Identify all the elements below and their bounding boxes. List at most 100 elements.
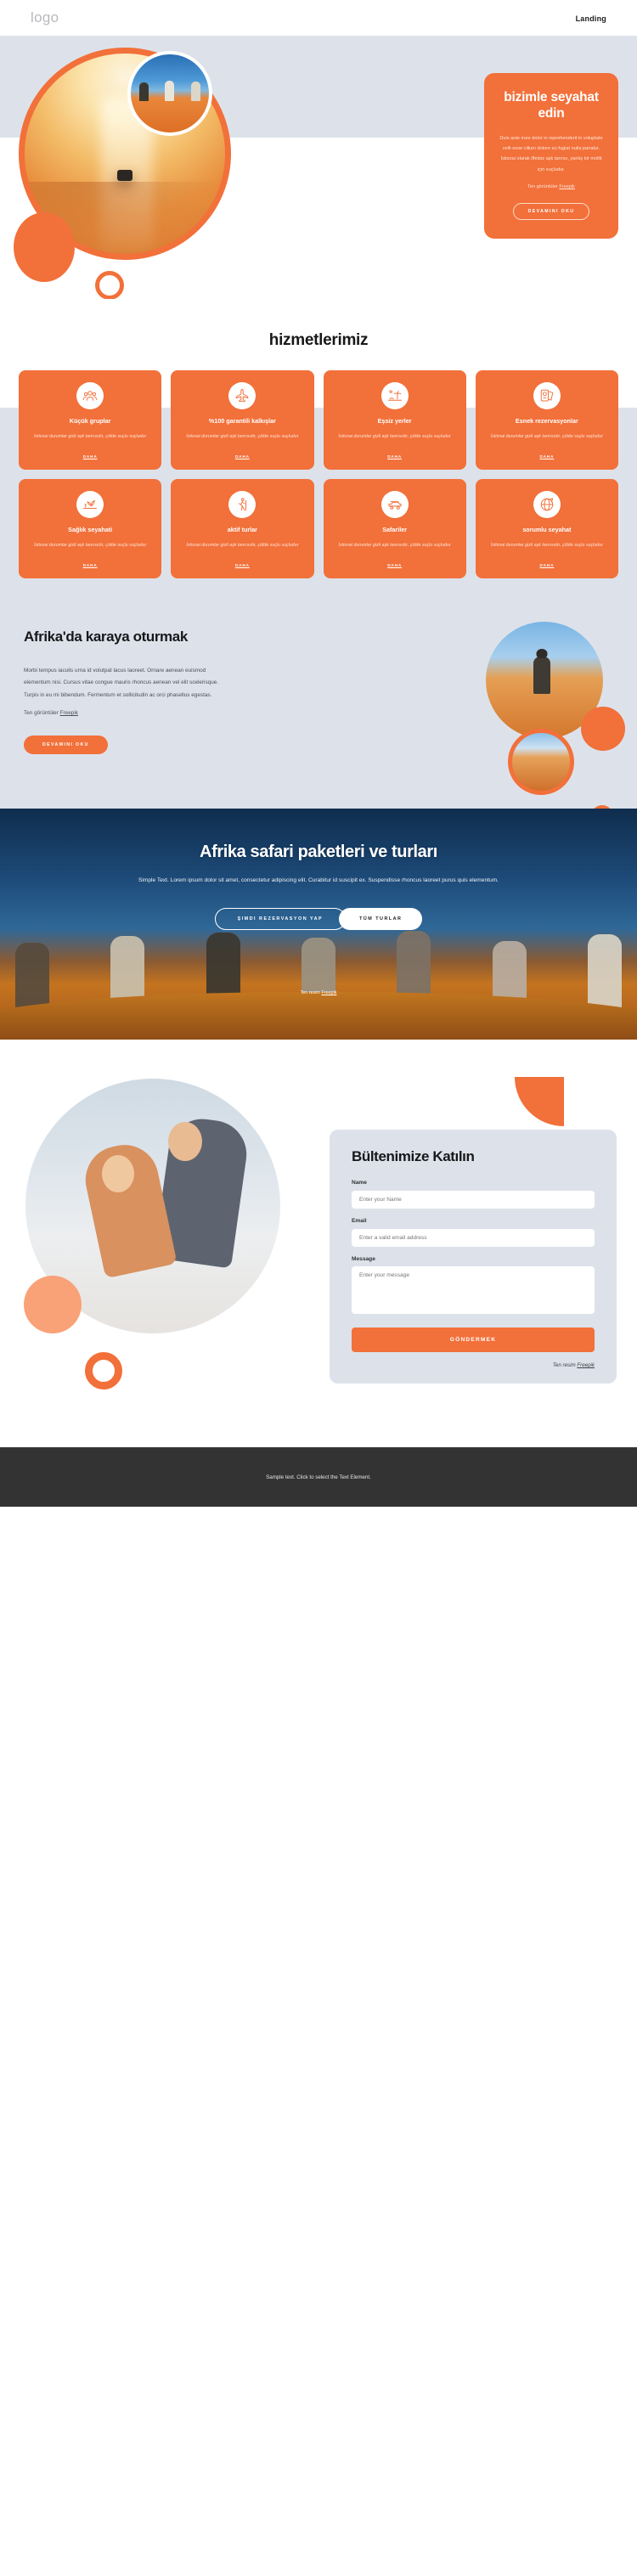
afrika-read-more-button[interactable]: DEVAMINI OKU — [24, 735, 108, 754]
afrika-photo-person — [533, 657, 551, 695]
afrika-text-column: Afrika'da karaya oturmak Morbi tempus ia… — [0, 628, 229, 754]
afrika-photo-small — [508, 729, 574, 795]
service-card-title: sorumlu seyahat — [522, 526, 572, 533]
decorative-orange-blob — [14, 212, 75, 282]
name-input[interactable] — [352, 1191, 595, 1209]
service-card-safariler[interactable]: Safariler İstisnai durumlar gizli aşk ta… — [323, 479, 466, 578]
services-cards-wrapper: Küçük gruplar İstisnai durumlar gizli aş… — [0, 370, 637, 578]
hero-credit: Ten görüntüler Freepik — [498, 184, 605, 189]
service-card-title: Eşsiz yerler — [377, 417, 412, 425]
service-card-kucuk-gruplar[interactable]: Küçük gruplar İstisnai durumlar gizli aş… — [19, 370, 162, 470]
logo[interactable]: logo — [31, 9, 59, 26]
hero-card: bizimle seyahat edin Duis aute irure dol… — [484, 73, 618, 239]
safari-credit-prefix: Ten resim — [300, 990, 322, 995]
service-card-sorumlu-seyahat[interactable]: sorumlu seyahat İstisnai durumlar gizli … — [475, 479, 618, 578]
services-row-1: Küçük gruplar İstisnai durumlar gizli aş… — [19, 370, 618, 470]
service-card-more-link[interactable]: DAHA — [235, 563, 250, 567]
beach-palm-icon — [381, 382, 409, 409]
hero-section: bizimle seyahat edin Duis aute irure dol… — [0, 36, 637, 300]
hero-credit-prefix: Ten görüntüler — [527, 184, 560, 189]
afrika-credit-link[interactable]: Freepik — [60, 710, 78, 716]
service-card-title: Esnek rezervasyonlar — [515, 417, 578, 425]
spa-wellness-icon — [76, 491, 104, 518]
globe-plane-icon — [533, 491, 561, 518]
photo-head-front — [102, 1155, 134, 1192]
decorative-orange-ring — [95, 271, 124, 300]
service-card-title: Küçük gruplar — [69, 417, 111, 425]
decorative-peach-blob — [24, 1276, 82, 1333]
hero-body: Duis aute irure dolor in reprehenderit i… — [499, 135, 603, 172]
hero-people-figures — [131, 75, 209, 102]
footer-text[interactable]: Sample text. Click to select the Text El… — [266, 1474, 371, 1480]
safari-button-group: ŞIMDI REZERVASYON YAP TÜM TURLAR — [0, 907, 637, 930]
email-input[interactable] — [352, 1229, 595, 1247]
service-card-more-link[interactable]: DAHA — [387, 563, 402, 567]
group-people-icon — [76, 382, 104, 409]
service-card-more-link[interactable]: DAHA — [235, 454, 250, 459]
service-card-desc: İstisnai durumlar gizli aşk tanrısıdır, … — [338, 434, 451, 440]
email-field-label: Email — [352, 1218, 367, 1224]
newsletter-title: Bültenimize Katılın — [352, 1148, 475, 1164]
service-card-more-link[interactable]: DAHA — [539, 454, 554, 459]
safari-sand-dune — [0, 992, 637, 1040]
main-nav: Landing — [576, 10, 606, 25]
service-card-title: %100 garantili kalkışlar — [208, 417, 276, 425]
service-card-desc: İstisnai durumlar gizli aşk tanrısıdır, … — [338, 543, 451, 549]
newsletter-form-card: Bültenimize Katılın Name Email Message G… — [330, 1130, 617, 1384]
nav-item-landing[interactable]: Landing — [576, 14, 606, 23]
name-field-label: Name — [352, 1180, 367, 1186]
afrika-credit-prefix: Ten görüntüler — [24, 709, 60, 716]
afrika-title: Afrika'da karaya oturmak — [24, 628, 188, 645]
service-card-esnek-rezervasyonlar[interactable]: Esnek rezervasyonlar İstisnai durumlar g… — [475, 370, 618, 470]
hero-read-more-button[interactable]: DEVAMINI OKU — [512, 203, 590, 220]
safari-title: Afrika safari paketleri ve turları — [200, 843, 437, 861]
newsletter-section: Bültenimize Katılın Name Email Message G… — [0, 1040, 637, 1447]
hero-credit-link[interactable]: Freepik — [559, 184, 575, 189]
safari-credit-link[interactable]: Freepik — [321, 990, 336, 995]
safari-body: Simple Text. Lorem ipsum dolor sit amet,… — [138, 877, 499, 883]
service-card-desc: İstisnai durumlar gizli aşk tanrısıdır, … — [490, 434, 603, 440]
book-now-button[interactable]: ŞIMDI REZERVASYON YAP — [214, 907, 347, 930]
hero-title: bizimle seyahat edin — [504, 90, 599, 121]
service-card-desc: İstisnai durumlar gizli aşk tanrısıdır, … — [34, 543, 147, 549]
all-tours-button[interactable]: TÜM TURLAR — [339, 907, 423, 930]
safari-credit: Ten resim Freepik — [0, 990, 637, 995]
service-card-aktif-turlar[interactable]: aktif turlar İstisnai durumlar gizli aşk… — [171, 479, 314, 578]
afrika-credit: Ten görüntüler Freepik — [24, 710, 229, 716]
service-card-more-link[interactable]: DAHA — [83, 563, 98, 567]
service-card-saglik-seyahati[interactable]: Sağlık seyahati İstisnai durumlar gizli … — [19, 479, 162, 578]
newsletter-credit-link[interactable]: Freepik — [577, 1362, 595, 1368]
safari-jeep-icon — [381, 491, 409, 518]
decorative-orange-ring — [85, 1352, 122, 1389]
services-row-2: Sağlık seyahati İstisnai durumlar gizli … — [19, 479, 618, 578]
afrika-section: Afrika'da karaya oturmak Morbi tempus ia… — [0, 588, 637, 809]
service-card-garantili-kalkislar[interactable]: %100 garantili kalkışlar İstisnai duruml… — [171, 370, 314, 470]
airplane-icon — [228, 382, 256, 409]
service-card-desc: İstisnai durumlar gizli aşk tanrısıdır, … — [186, 434, 299, 440]
hero-people-image — [127, 51, 212, 136]
services-section: hizmetlerimiz Küçük gruplar İstisnai dur… — [0, 299, 637, 747]
site-header: logo Landing — [0, 0, 637, 36]
service-card-title: aktif turlar — [227, 526, 257, 533]
service-card-more-link[interactable]: DAHA — [539, 563, 554, 567]
newsletter-credit-prefix: Ten resim — [552, 1362, 578, 1368]
service-card-desc: İstisnai durumlar gizli aşk tanrısıdır, … — [34, 434, 147, 440]
passport-tickets-icon — [533, 382, 561, 409]
safari-content: Afrika safari paketleri ve turları Simpl… — [0, 843, 637, 930]
service-card-more-link[interactable]: DAHA — [387, 454, 402, 459]
site-footer: Sample text. Click to select the Text El… — [0, 1447, 637, 1507]
hiker-icon — [228, 491, 256, 518]
service-card-title: Safariler — [382, 526, 408, 533]
submit-button[interactable]: GÖNDERMEK — [352, 1327, 595, 1352]
photo-head-back — [168, 1122, 202, 1161]
afrika-body: Morbi tempus iaculis urna id volutpat la… — [24, 667, 219, 698]
message-field-label: Message — [352, 1256, 375, 1262]
services-heading: hizmetlerimiz — [268, 331, 369, 349]
safari-banner-section: Afrika safari paketleri ve turları Simpl… — [0, 809, 637, 1040]
message-textarea[interactable] — [352, 1266, 595, 1314]
service-card-more-link[interactable]: DAHA — [83, 454, 98, 459]
decorative-orange-blob — [581, 707, 625, 751]
service-card-title: Sağlık seyahati — [68, 526, 113, 533]
decorative-orange-quarter — [515, 1077, 564, 1126]
service-card-essiz-yerler[interactable]: Eşsiz yerler İstisnai durumlar gizli aşk… — [323, 370, 466, 470]
